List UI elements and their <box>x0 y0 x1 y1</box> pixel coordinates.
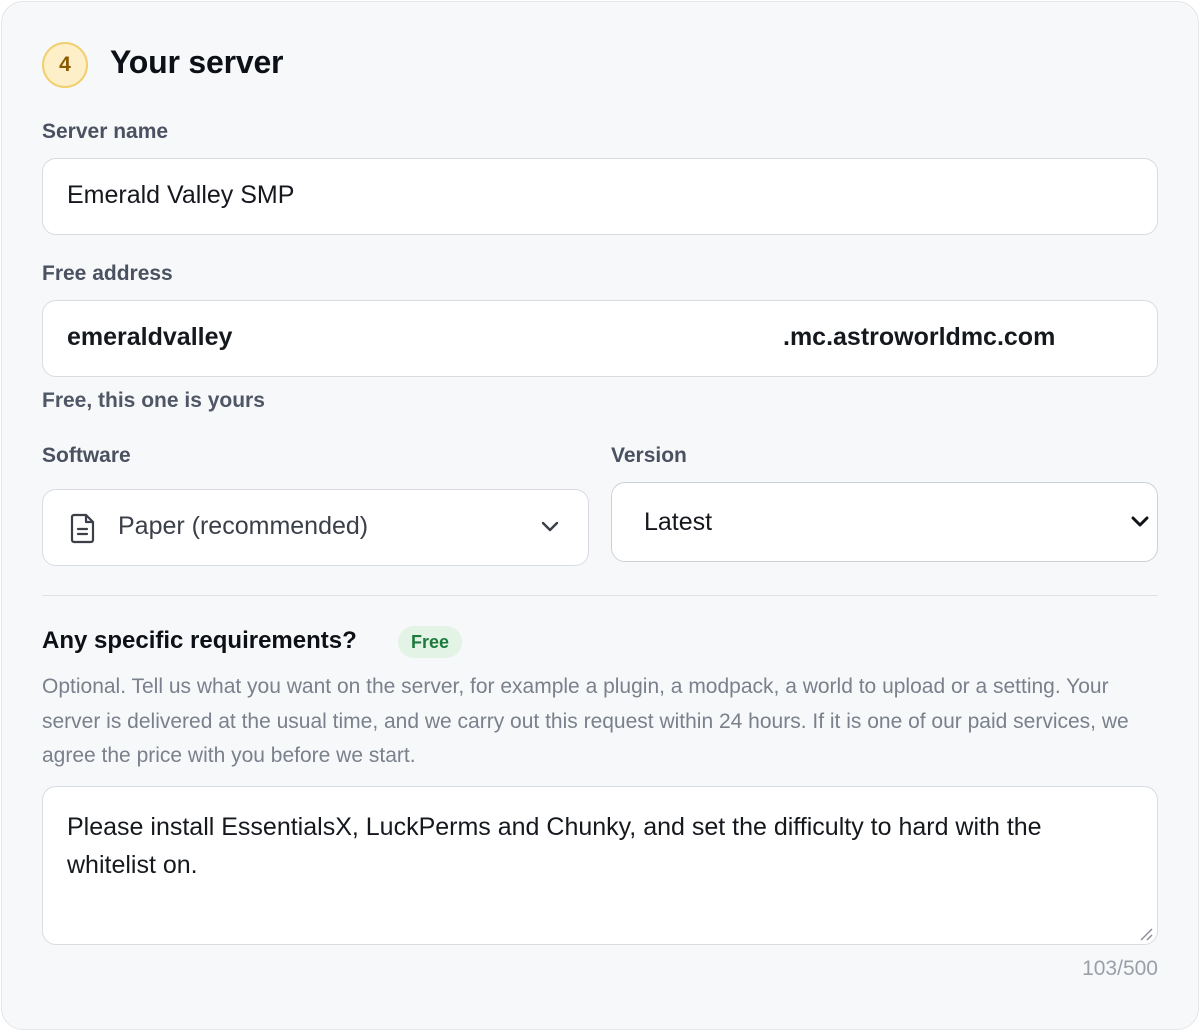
version-select[interactable]: Latest <box>611 482 1158 562</box>
character-counter: 103/500 <box>1082 957 1158 980</box>
section-title: Your server <box>110 44 284 80</box>
domain-suffix: .mc.astroworldmc.com <box>783 323 1056 351</box>
requirements-title: Any specific requirements? <box>42 627 357 654</box>
requirements-textarea-value: Please install EssentialsX, LuckPerms an… <box>67 813 1042 879</box>
server-name-label: Server name <box>42 120 169 143</box>
server-name-value: Emerald Valley SMP <box>67 181 295 209</box>
software-selected-value: Paper (recommended) <box>118 512 369 540</box>
document-icon <box>70 513 95 544</box>
chevron-down-icon <box>541 521 559 532</box>
version-label: Version <box>611 444 687 467</box>
subdomain-value: emeraldvalley <box>67 323 233 351</box>
software-select[interactable]: Paper (recommended) <box>42 489 589 566</box>
chevron-down-icon <box>1131 516 1149 527</box>
server-name-input[interactable]: Emerald Valley SMP <box>42 158 1158 235</box>
free-badge: Free <box>398 626 463 658</box>
section-divider <box>42 595 1158 596</box>
step-number-badge: 4 <box>42 42 88 88</box>
version-selected-value: Latest <box>644 508 713 536</box>
free-address-input[interactable]: emeraldvalley .mc.astroworldmc.com <box>42 300 1158 377</box>
requirements-description: Optional. Tell us what you want on the s… <box>42 675 1129 767</box>
address-availability-hint: Free, this one is yours <box>42 389 265 412</box>
software-label: Software <box>42 444 131 467</box>
free-address-label: Free address <box>42 262 173 285</box>
resize-handle-icon[interactable] <box>1138 926 1154 942</box>
